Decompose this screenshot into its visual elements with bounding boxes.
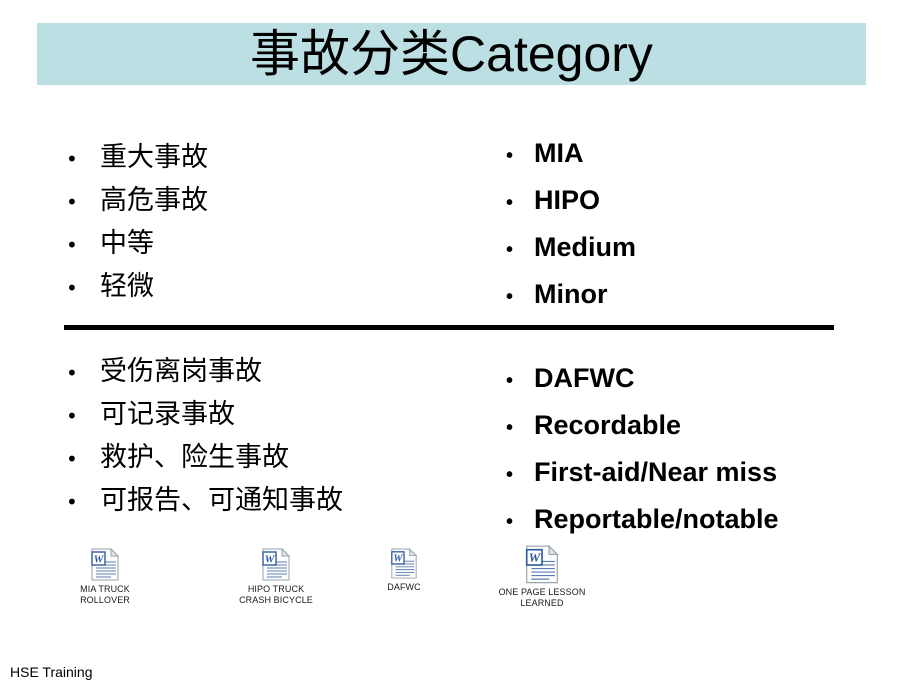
list-item: • Minor: [506, 272, 636, 319]
list-item: • HIPO: [506, 178, 636, 225]
chinese-severity-list: • 重大事故 • 高危事故 • 中等 • 轻微: [66, 137, 208, 309]
list-item-label: Reportable/notable: [534, 504, 779, 534]
list-item: • 受伤离岗事故: [66, 351, 343, 394]
list-item-label: First-aid/Near miss: [534, 457, 778, 487]
bullet-icon: •: [66, 490, 78, 514]
list-item-label: 可记录事故: [100, 399, 235, 430]
list-item: • Medium: [506, 225, 636, 272]
attachment-mia-truck-rollover[interactable]: W MIA TRUCK ROLLOVER: [63, 548, 147, 606]
bullet-icon: •: [506, 145, 514, 167]
word-document-icon[interactable]: W: [260, 548, 292, 582]
list-item-label: 轻微: [100, 271, 154, 302]
bullet-icon: •: [506, 370, 514, 392]
attachment-one-page-lesson-learned[interactable]: W ONE PAGE LESSON LEARNED: [480, 545, 604, 609]
list-item: • 轻微: [66, 266, 208, 309]
section-divider: [64, 325, 834, 330]
page-title: 事故分类Category: [250, 26, 653, 82]
list-item-label: Recordable: [534, 410, 682, 440]
bullet-icon: •: [506, 286, 514, 308]
footer-text: HSE Training: [10, 664, 93, 680]
english-injury-list: • DAFWC • Recordable • First-aid/Near mi…: [506, 356, 779, 544]
list-item-label: 受伤离岗事故: [100, 356, 262, 387]
bullet-icon: •: [506, 417, 514, 439]
attachment-label: DAFWC: [387, 582, 421, 592]
bullet-icon: •: [506, 511, 514, 533]
list-item: • 高危事故: [66, 180, 208, 223]
word-document-icon[interactable]: W: [523, 545, 561, 585]
list-item-label: Medium: [534, 232, 637, 262]
bullet-icon: •: [66, 233, 78, 257]
attachment-label: ONE PAGE LESSON LEARNED: [498, 587, 586, 608]
bullet-icon: •: [506, 192, 514, 214]
bullet-icon: •: [66, 147, 78, 171]
svg-text:W: W: [393, 554, 403, 565]
list-item-label: 重大事故: [100, 142, 208, 173]
list-item: • 中等: [66, 223, 208, 266]
attachment-row: W MIA TRUCK ROLLOVER W HIPO TRUCK CRASH …: [0, 545, 920, 625]
bullet-icon: •: [506, 239, 514, 261]
bullet-icon: •: [66, 190, 78, 214]
list-item: • 救护、险生事故: [66, 437, 343, 480]
list-item: • Reportable/notable: [506, 497, 779, 544]
svg-text:W: W: [265, 554, 276, 566]
attachment-label: MIA TRUCK ROLLOVER: [80, 584, 130, 605]
list-item-label: HIPO: [534, 185, 601, 215]
bullet-icon: •: [66, 276, 78, 300]
attachment-hipo-truck-crash-bicycle[interactable]: W HIPO TRUCK CRASH BICYCLE: [228, 548, 324, 606]
word-document-icon[interactable]: W: [89, 548, 121, 582]
chinese-injury-list: • 受伤离岗事故 • 可记录事故 • 救护、险生事故 • 可报告、可通知事故: [66, 351, 343, 523]
svg-text:W: W: [529, 550, 542, 565]
list-item-label: 高危事故: [100, 185, 208, 216]
list-item-label: Minor: [534, 279, 608, 309]
list-item-label: DAFWC: [534, 363, 635, 393]
list-item-label: 救护、险生事故: [100, 442, 289, 473]
svg-text:W: W: [94, 554, 105, 566]
attachment-label: HIPO TRUCK CRASH BICYCLE: [239, 584, 313, 605]
list-item: • 重大事故: [66, 137, 208, 180]
list-item-label: 中等: [100, 228, 154, 259]
list-item-label: 可报告、可通知事故: [100, 485, 343, 516]
bullet-icon: •: [506, 464, 514, 486]
list-item: • DAFWC: [506, 356, 779, 403]
list-item: • 可报告、可通知事故: [66, 480, 343, 523]
word-document-icon[interactable]: W: [389, 548, 419, 580]
bullet-icon: •: [66, 361, 78, 385]
list-item: • Recordable: [506, 403, 779, 450]
list-item: • 可记录事故: [66, 394, 343, 437]
list-item: • MIA: [506, 131, 636, 178]
attachment-dafwc[interactable]: W DAFWC: [368, 548, 440, 593]
list-item-label: MIA: [534, 138, 584, 168]
english-severity-list: • MIA • HIPO • Medium • Minor: [506, 131, 636, 319]
bullet-icon: •: [66, 447, 78, 471]
list-item: • First-aid/Near miss: [506, 450, 779, 497]
bullet-icon: •: [66, 404, 78, 428]
